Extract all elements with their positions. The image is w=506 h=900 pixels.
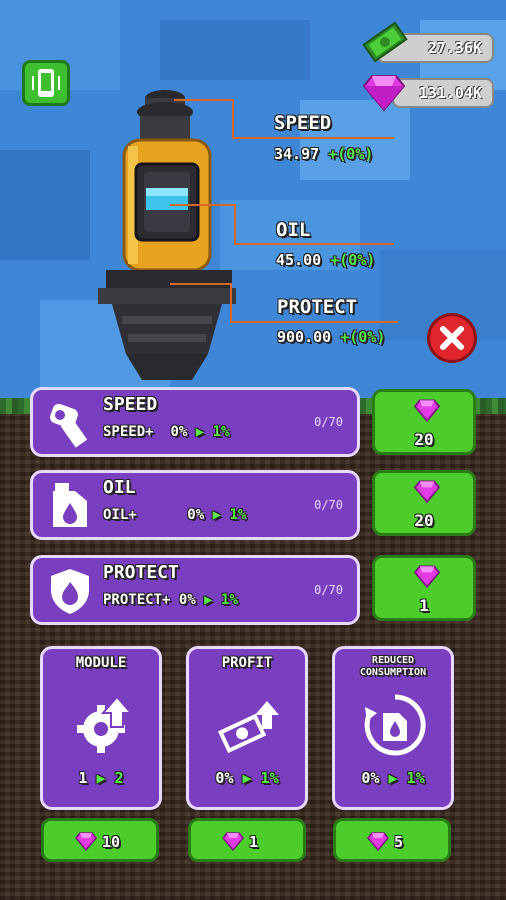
oil-leader-line <box>170 204 236 206</box>
speed-leader-line <box>174 99 234 101</box>
reduced-consumption-buy-button[interactable]: 5 <box>333 818 451 862</box>
gems-value: 131.04K <box>418 84 482 102</box>
oil-underline <box>234 243 394 245</box>
upgrade-speed-title: SPEED <box>103 394 158 415</box>
cash-value: 27.36K <box>427 39 482 57</box>
upgrade-row-oil: OIL OIL+ 0% ▶ 1% 0/70 <box>30 470 360 540</box>
reduced-consumption-card-title: REDUCED CONSUMPTION <box>359 655 427 678</box>
module-card: MODULE 1 ▶ 2 <box>40 646 162 810</box>
stat-protect-value: 900.00 +(0%) <box>277 328 386 346</box>
protect-leader-line <box>170 283 230 285</box>
stat-speed-label: SPEED <box>274 112 332 134</box>
module-card-title: MODULE <box>75 655 127 671</box>
speed-leader-line-vertical <box>232 99 234 137</box>
protect-leader-line-vertical <box>230 283 232 321</box>
money-upgrade-icon <box>217 701 279 754</box>
module-cost: 10 <box>102 833 121 851</box>
upgrade-speed-count: 0/70 <box>314 415 343 429</box>
fuel-refresh-icon <box>364 694 426 756</box>
upgrade-speed-detail: SPEED+ 0% ▶ 1% <box>103 424 230 440</box>
upgrade-protect-count: 0/70 <box>314 583 343 597</box>
module-card-value: 1 ▶ 2 <box>78 769 124 787</box>
phone-vibrate-icon <box>32 69 60 97</box>
upgrade-oil-cost: 20 <box>414 511 434 530</box>
gem-icon <box>413 399 441 422</box>
upgrade-row-protect: PROTECT PROTECT+ 0% ▶ 1% 0/70 <box>30 555 360 625</box>
upgrade-speed-buy-button[interactable]: 20 <box>372 389 476 455</box>
speed-underline <box>232 137 394 139</box>
upgrade-protect-detail: PROTECT+ 0% ▶ 1% <box>103 592 238 608</box>
stat-protect-label: PROTECT <box>277 296 358 318</box>
gem-icon <box>362 75 406 112</box>
module-buy-button[interactable]: 10 <box>41 818 159 862</box>
speed-icon <box>50 403 88 448</box>
stat-oil-value: 45.00 +(0%) <box>276 251 376 269</box>
gem-icon <box>413 565 441 588</box>
upgrade-oil-buy-button[interactable]: 20 <box>372 470 476 536</box>
close-button[interactable] <box>427 313 477 363</box>
profit-card: PROFIT 0% ▶ 1% <box>186 646 308 810</box>
upgrade-protect-cost: 1 <box>419 596 429 615</box>
upgrade-row-speed: SPEED SPEED+ 0% ▶ 1% 0/70 <box>30 387 360 457</box>
upgrade-oil-title: OIL <box>103 477 136 498</box>
profit-card-title: PROFIT <box>221 655 273 671</box>
upgrade-protect-title: PROTECT <box>103 562 179 583</box>
oil-can-icon <box>53 483 87 527</box>
drill-illustration <box>98 90 236 380</box>
cash-icon <box>362 22 408 62</box>
shield-icon <box>51 569 89 614</box>
gem-icon <box>413 480 441 503</box>
close-icon <box>440 326 464 350</box>
vibration-toggle-button[interactable] <box>22 60 70 106</box>
upgrade-oil-detail: OIL+ 0% ▶ 1% <box>103 507 247 523</box>
gem-icon <box>222 832 244 851</box>
gear-upgrade-icon <box>77 695 134 753</box>
oil-leader-line-vertical <box>234 204 236 244</box>
upgrade-speed-cost: 20 <box>414 430 434 449</box>
protect-underline <box>230 321 398 323</box>
upgrade-oil-count: 0/70 <box>314 498 343 512</box>
profit-cost: 1 <box>249 833 259 851</box>
stat-speed-value: 34.97 +(0%) <box>274 145 374 163</box>
gems-counter: 131.04K <box>392 78 494 108</box>
upgrade-protect-buy-button[interactable]: 1 <box>372 555 476 621</box>
gem-icon <box>75 832 97 851</box>
reduced-consumption-card: REDUCED CONSUMPTION 0% ▶ 1% <box>332 646 454 810</box>
stat-oil-label: OIL <box>276 219 311 241</box>
profit-buy-button[interactable]: 1 <box>188 818 306 862</box>
gem-icon <box>367 832 389 851</box>
profit-card-value: 0% ▶ 1% <box>215 769 279 787</box>
reduced-consumption-card-value: 0% ▶ 1% <box>361 769 425 787</box>
reduced-consumption-cost: 5 <box>394 833 404 851</box>
